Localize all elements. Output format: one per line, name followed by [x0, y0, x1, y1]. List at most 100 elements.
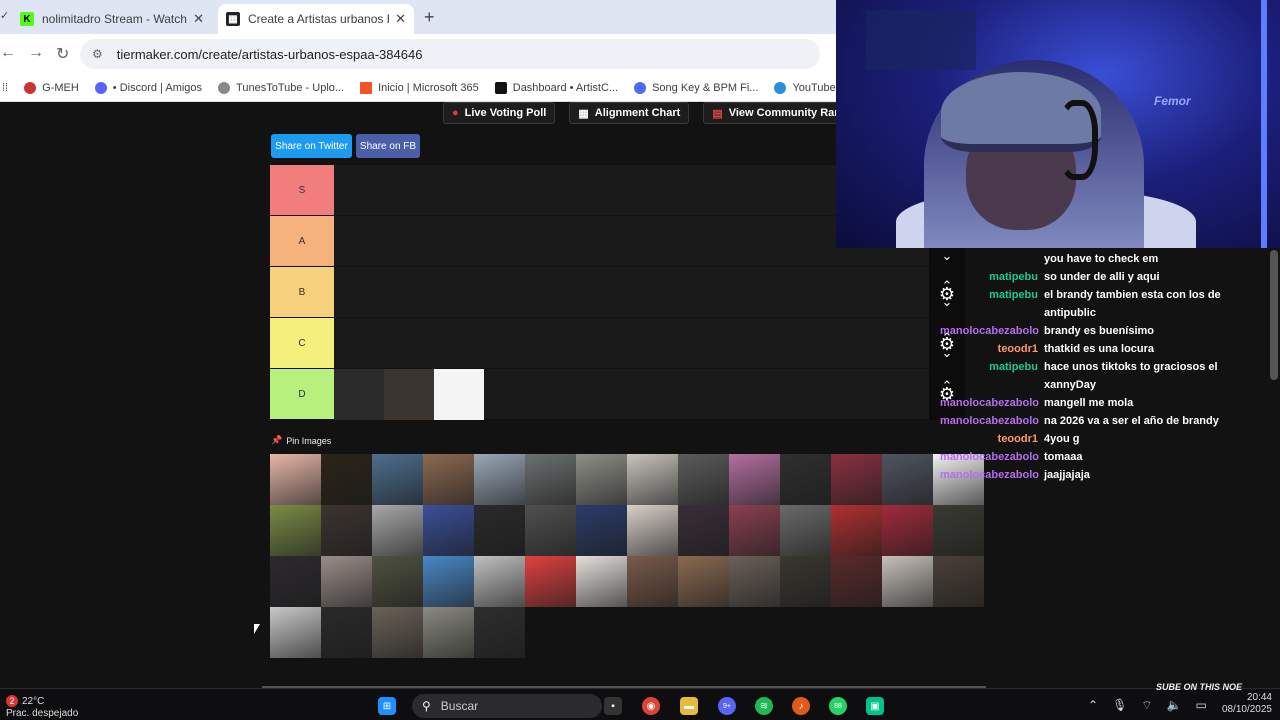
bookmark-microsoft365[interactable]: Inicio | Microsoft 365 [360, 81, 479, 94]
chat-username[interactable]: teoodr1 [940, 340, 1044, 358]
chrome-icon[interactable]: ◉ [642, 697, 660, 715]
artist-thumbnail[interactable] [434, 369, 484, 420]
close-tab-icon[interactable]: ✕ [395, 11, 406, 27]
community-rank-button[interactable]: ▤ View Community Rank [703, 102, 857, 124]
chat-username[interactable] [940, 250, 1044, 268]
chat-username[interactable]: manolocabezabolo [940, 394, 1044, 412]
tier-row-a[interactable]: A [270, 216, 930, 267]
whatsapp-icon[interactable]: 88 [829, 697, 847, 715]
wifi-icon[interactable]: ⌔ [1141, 698, 1152, 713]
artist-thumbnail[interactable] [678, 505, 729, 556]
artist-thumbnail[interactable] [831, 556, 882, 607]
artist-thumbnail[interactable] [525, 556, 576, 607]
artist-thumbnail[interactable] [334, 369, 384, 420]
clock[interactable]: 20:44 08/10/2025 [1222, 692, 1272, 716]
artist-thumbnail[interactable] [423, 505, 474, 556]
battery-icon[interactable]: ▭ [1196, 698, 1207, 713]
live-voting-poll-button[interactable]: ● Live Voting Poll [443, 102, 556, 124]
chat-username[interactable]: matipebu [940, 286, 1044, 322]
artist-thumbnail[interactable] [270, 505, 321, 556]
artist-thumbnail[interactable] [933, 505, 984, 556]
artist-thumbnail[interactable] [831, 454, 882, 505]
page-scrollbar[interactable] [1270, 250, 1278, 380]
bookmark-discord[interactable]: • Discord | Amigos [94, 81, 202, 94]
chevron-up-icon[interactable]: ⌃ [1088, 698, 1098, 713]
artist-thumbnail[interactable] [423, 556, 474, 607]
artist-thumbnail[interactable] [423, 454, 474, 505]
artist-thumbnail[interactable] [627, 505, 678, 556]
artist-thumbnail[interactable] [321, 454, 372, 505]
artist-thumbnail[interactable] [525, 454, 576, 505]
share-fb-button[interactable]: Share on FB [356, 134, 420, 158]
artist-thumbnail[interactable] [474, 556, 525, 607]
tier-label[interactable]: B [270, 267, 334, 317]
stream-app-icon[interactable]: ▣ [866, 697, 884, 715]
chat-username[interactable]: manolocabezabolo [940, 412, 1044, 430]
artist-thumbnail[interactable] [474, 505, 525, 556]
artist-thumbnail[interactable] [372, 505, 423, 556]
chat-username[interactable]: manolocabezabolo [940, 448, 1044, 466]
close-tab-icon[interactable]: ✕ [193, 11, 204, 27]
chat-username[interactable]: matipebu [940, 268, 1044, 286]
artist-thumbnail[interactable] [729, 505, 780, 556]
artist-thumbnail[interactable] [576, 454, 627, 505]
bookmark-dashboard[interactable]: Dashboard • ArtistC... [494, 81, 618, 94]
windows-start-icon[interactable]: ⊞ [378, 697, 396, 715]
file-explorer-icon[interactable]: ▬ [680, 697, 698, 715]
chat-username[interactable]: matipebu [940, 358, 1044, 394]
artist-thumbnail[interactable] [729, 556, 780, 607]
new-tab-button[interactable]: + [424, 7, 435, 28]
back-icon[interactable]: ← [0, 44, 16, 62]
artist-thumbnail[interactable] [882, 505, 933, 556]
artist-thumbnail[interactable] [372, 454, 423, 505]
artist-thumbnail[interactable] [474, 607, 525, 658]
url-field[interactable]: ⚙ tiermaker.com/create/artistas-urbanos-… [80, 39, 820, 69]
discord-icon[interactable]: 9+ [718, 697, 736, 715]
tier-row-s[interactable]: S [270, 165, 930, 216]
chat-username[interactable]: manolocabezabolo [940, 466, 1044, 484]
artist-thumbnail[interactable] [627, 556, 678, 607]
artist-thumbnail[interactable] [474, 454, 525, 505]
artist-thumbnail[interactable] [678, 454, 729, 505]
bookmark-song-key[interactable]: Song Key & BPM Fi... [634, 81, 758, 94]
artist-thumbnail[interactable] [423, 607, 474, 658]
spotify-icon[interactable]: ≋ [755, 697, 773, 715]
tab-tiermaker[interactable]: ▦ Create a Artistas urbanos Espa ✕ [218, 4, 414, 34]
artist-thumbnail[interactable] [678, 556, 729, 607]
share-twitter-button[interactable]: Share on Twitter [271, 134, 352, 158]
bookmark-gmeh[interactable]: G-MEH [24, 81, 79, 94]
fl-studio-icon[interactable]: ♪ [792, 697, 810, 715]
tier-label[interactable]: A [270, 216, 334, 266]
artist-thumbnail[interactable] [384, 369, 434, 420]
tier-label[interactable]: D [270, 369, 334, 419]
site-info-icon[interactable]: ⚙ [92, 47, 103, 61]
artist-thumbnail[interactable] [321, 505, 372, 556]
artist-thumbnail[interactable] [882, 454, 933, 505]
artist-thumbnail[interactable] [576, 505, 627, 556]
artist-thumbnail[interactable] [780, 505, 831, 556]
chat-username[interactable]: teoodr1 [940, 430, 1044, 448]
artist-thumbnail[interactable] [627, 454, 678, 505]
artist-thumbnail[interactable] [270, 607, 321, 658]
artist-thumbnail[interactable] [321, 556, 372, 607]
tier-row-d[interactable]: D [270, 369, 930, 420]
taskbar-search[interactable]: ⚲ Buscar [412, 694, 602, 718]
forward-icon[interactable]: → [28, 44, 44, 62]
reload-icon[interactable]: ↻ [56, 44, 69, 64]
bookmark-tunestotube[interactable]: TunesToTube - Uplo... [218, 81, 344, 94]
task-view-icon[interactable]: ▪ [604, 697, 622, 715]
tier-row-b[interactable]: B [270, 267, 930, 318]
artist-thumbnail[interactable] [780, 556, 831, 607]
artist-thumbnail[interactable] [729, 454, 780, 505]
chat-username[interactable]: manolocabezabolo [940, 322, 1044, 340]
tier-label[interactable]: C [270, 318, 334, 368]
artist-thumbnail[interactable] [525, 505, 576, 556]
artist-thumbnail[interactable] [576, 556, 627, 607]
volume-icon[interactable]: 🔈 [1167, 698, 1182, 713]
tier-row-c[interactable]: C [270, 318, 930, 369]
artist-thumbnail[interactable] [372, 607, 423, 658]
artist-thumbnail[interactable] [780, 454, 831, 505]
artist-thumbnail[interactable] [270, 454, 321, 505]
pin-images-header[interactable]: 📌 Pin Images [271, 435, 331, 446]
artist-thumbnail[interactable] [933, 556, 984, 607]
